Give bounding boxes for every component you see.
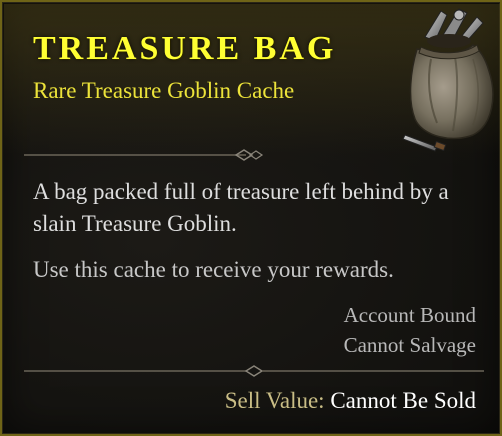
- item-flags: Account Bound Cannot Salvage: [344, 300, 476, 360]
- item-usage-text: Use this cache to receive your rewards.: [33, 257, 394, 282]
- divider-top: [24, 149, 264, 161]
- treasure-bag-icon: [402, 8, 494, 152]
- sell-value-label: Sell Value:: [224, 388, 325, 413]
- sell-value: Sell Value: Cannot Be Sold: [225, 388, 476, 414]
- item-type: Rare Treasure Goblin Cache: [33, 78, 295, 103]
- sell-value-text: Cannot Be Sold: [330, 388, 476, 413]
- item-description: A bag packed full of treasure left behin…: [33, 179, 449, 236]
- flag-cannot-salvage: Cannot Salvage: [343, 333, 476, 357]
- item-name: TREASURE BAG: [33, 30, 337, 67]
- item-tooltip: TREASURE BAG Rare Treasure Goblin Cache: [0, 0, 502, 436]
- divider-bottom: [24, 365, 484, 377]
- flag-account-bound: Account Bound: [343, 303, 476, 327]
